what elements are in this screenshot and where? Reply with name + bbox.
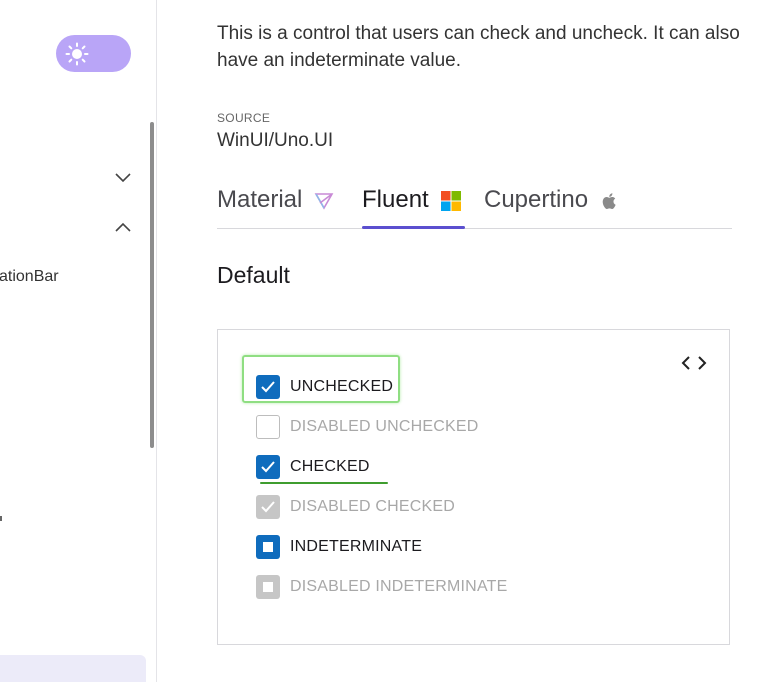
indeterminate-icon xyxy=(263,542,273,552)
checkmark-icon xyxy=(261,461,275,473)
sidebar: ationBar xyxy=(0,0,157,682)
checkbox-box[interactable] xyxy=(256,375,280,399)
checkbox-label: INDETERMINATE xyxy=(290,538,423,555)
tab-fluent-label: Fluent xyxy=(362,186,429,213)
checkbox-box[interactable] xyxy=(256,535,280,559)
checkbox-label: CHECKED xyxy=(290,458,370,475)
checkmark-icon xyxy=(261,501,275,513)
checkbox-label: UNCHECKED xyxy=(290,378,394,395)
page-description: This is a control that users can check a… xyxy=(217,23,740,71)
checkbox-disabled-unchecked: DISABLED UNCHECKED xyxy=(256,414,479,440)
checkbox-label: DISABLED INDETERMINATE xyxy=(290,578,508,595)
sidebar-item-navigationbar[interactable]: ationBar xyxy=(0,268,59,286)
code-icon[interactable] xyxy=(680,352,708,374)
source-value: WinUI/Uno.UI xyxy=(217,130,334,151)
checkbox-indeterminate[interactable]: INDETERMINATE xyxy=(256,534,422,560)
sidebar-scrollbar[interactable] xyxy=(150,122,154,448)
checkbox-checked[interactable]: CHECKED xyxy=(256,454,370,480)
chevron-up-icon[interactable] xyxy=(113,220,133,234)
checkbox-label: DISABLED CHECKED xyxy=(290,498,456,515)
checkbox-box[interactable] xyxy=(256,455,280,479)
tab-cupertino-label: Cupertino xyxy=(484,186,589,213)
sidebar-item-selected[interactable] xyxy=(0,655,146,682)
theme-toggle[interactable] xyxy=(56,35,131,72)
source-label: SOURCE xyxy=(217,111,271,125)
checkmark-icon xyxy=(261,381,275,393)
checkbox-disabled-indeterminate: DISABLED INDETERMINATE xyxy=(256,574,507,600)
tab-fluent[interactable]: Fluent xyxy=(362,186,461,228)
tab-material-label: Material xyxy=(217,186,303,213)
material-icon xyxy=(314,193,334,210)
indeterminate-icon xyxy=(263,582,273,592)
apple-icon xyxy=(602,193,616,209)
sample-card: UNCHECKED DISABLED UNCHECKED CHECKED DIS… xyxy=(217,329,730,645)
tab-selected-indicator xyxy=(362,226,465,229)
checkbox-box xyxy=(256,575,280,599)
sun-icon xyxy=(65,42,89,66)
section-title: Default xyxy=(217,262,290,288)
tab-cupertino[interactable]: Cupertino xyxy=(484,186,620,228)
checkbox-box xyxy=(256,495,280,519)
windows-icon xyxy=(440,191,461,211)
sidebar-item-marker xyxy=(0,516,2,521)
checkbox-unchecked[interactable]: UNCHECKED xyxy=(256,374,393,400)
tab-material[interactable]: Material xyxy=(217,186,334,228)
chevron-down-icon[interactable] xyxy=(113,170,133,184)
checkbox-box xyxy=(256,415,280,439)
design-system-tabs: Material Fluent Cupertino xyxy=(217,186,732,229)
checkbox-disabled-checked: DISABLED CHECKED xyxy=(256,494,455,520)
annotation-underline xyxy=(260,482,388,484)
checkbox-label: DISABLED UNCHECKED xyxy=(290,418,479,435)
